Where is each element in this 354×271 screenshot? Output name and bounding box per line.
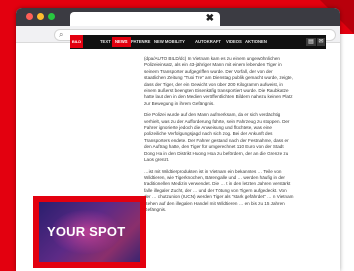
ad-image: YOUR SPOT xyxy=(39,202,140,262)
nav-item-videos[interactable]: VIDEOS xyxy=(226,39,242,45)
nav-item-autokraft[interactable]: AUTOKRAFT xyxy=(195,39,221,45)
nav-item-text[interactable]: TEXT xyxy=(100,39,111,45)
your-spot-ad[interactable]: YOUR SPOT xyxy=(33,196,146,268)
article-paragraph: (dpa/AUTO BILD/dc) In Vietnam kam es zu … xyxy=(144,56,293,106)
minimize-window-dot[interactable] xyxy=(37,13,44,20)
article-body: (dpa/AUTO BILD/dc) In Vietnam kam es zu … xyxy=(144,56,294,218)
printer-icon[interactable]: ▤ xyxy=(306,38,316,46)
nav-item-new-mobility[interactable]: NEW MOBILITY xyxy=(154,39,185,45)
browser-tab[interactable]: ✖ xyxy=(70,12,220,26)
search-icon: ⌕ xyxy=(59,30,64,39)
close-icon[interactable]: ✖ xyxy=(206,13,214,25)
nav-item-patenre[interactable]: PATENRE xyxy=(131,39,150,45)
article-paragraph: …ist mit Wildtierprodukten ist in Vietna… xyxy=(144,168,294,212)
close-window-dot[interactable] xyxy=(26,13,33,20)
site-header: BILD TEXT NEWS PATENRE NEW MOBILITY AUTO… xyxy=(70,35,326,49)
red-frame-left xyxy=(0,0,16,271)
article-paragraph: Die Polizei wurde auf den Mann aufmerksa… xyxy=(144,112,290,163)
mail-icon[interactable]: ✉ xyxy=(317,38,325,46)
nav-item-news[interactable]: NEWS xyxy=(112,37,131,47)
nav-item-aktionen[interactable]: AKTIONEN xyxy=(245,39,267,45)
maximize-window-dot[interactable] xyxy=(48,13,55,20)
ad-label: YOUR SPOT xyxy=(47,224,126,239)
window-titlebar: ✖ xyxy=(16,8,340,26)
site-logo[interactable]: BILD xyxy=(70,35,83,48)
